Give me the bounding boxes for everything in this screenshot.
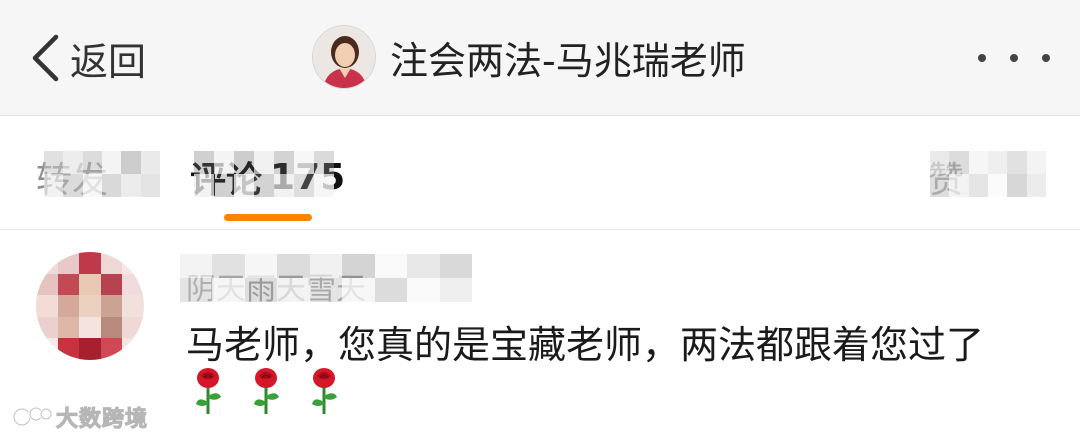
- avatar[interactable]: [312, 25, 376, 89]
- tab-forward[interactable]: 转发: [36, 155, 116, 201]
- chevron-left-icon: [32, 34, 59, 82]
- rose-icon: [312, 368, 337, 414]
- page-header: 注会两法-马兆瑞老师: [312, 24, 746, 90]
- commenter-avatar[interactable]: [36, 252, 144, 360]
- tab-bar: 转发 评论 175 赞: [0, 117, 1080, 229]
- more-dots-icon: [1042, 54, 1050, 62]
- watermark: 大数跨境: [12, 400, 148, 434]
- back-label: 返回: [70, 39, 147, 84]
- profile-avatar-icon: [313, 26, 375, 88]
- tab-comments[interactable]: 评论 175: [190, 155, 346, 202]
- tab-likes[interactable]: 赞: [928, 155, 972, 201]
- active-tab-indicator: [224, 214, 312, 221]
- commenter-name[interactable]: 阴天雨天雪天: [186, 264, 366, 308]
- more-dots-icon: [1010, 54, 1018, 62]
- watermark-logo-icon: [12, 406, 52, 427]
- back-button[interactable]: 返回: [30, 30, 146, 86]
- rose-icon: [254, 368, 279, 414]
- tab-likes-label: 赞: [928, 160, 965, 201]
- more-dots-icon: [978, 54, 986, 62]
- page-title: 注会两法-马兆瑞老师: [390, 38, 746, 83]
- more-options-button[interactable]: [978, 44, 1050, 72]
- tab-comments-label: 评论: [190, 160, 263, 201]
- watermark-text: 大数跨境: [55, 407, 149, 433]
- tab-comments-count: 175: [270, 156, 346, 198]
- emoji-row: [190, 366, 342, 416]
- top-navigation-bar: 返回 注会两法-马兆瑞老师: [0, 0, 1080, 116]
- comment-item: 阴天雨天雪天 马老师，您真的是宝藏老师，两法都跟着您过了: [0, 230, 1080, 437]
- rose-icon: [196, 368, 221, 414]
- comment-text: 马老师，您真的是宝藏老师，两法都跟着您过了: [186, 323, 985, 367]
- tab-forward-label: 转发: [36, 160, 109, 201]
